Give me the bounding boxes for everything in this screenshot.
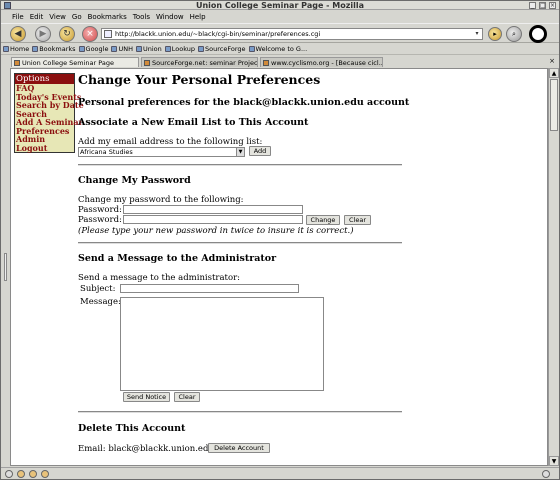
message-label: Send a message to the administrator: (78, 273, 241, 283)
navigation-toolbar: ◀ ▶ ↻ × ▾ ▸ ⌕ (1, 23, 559, 43)
email-section-heading: Associate a New Email List to This Accou… (78, 117, 309, 128)
forward-button[interactable]: ▶ (35, 26, 51, 42)
url-input[interactable] (115, 30, 475, 38)
password-field[interactable] (123, 205, 303, 214)
vertical-scrollbar[interactable]: ▲ ▼ (548, 68, 559, 466)
delete-account-button[interactable]: Delete Account (208, 443, 270, 453)
bookmark-google[interactable]: Google (78, 45, 108, 53)
bookmark-icon (164, 46, 171, 52)
url-history-icon[interactable]: ▾ (473, 30, 481, 38)
tab-sourceforge[interactable]: SourceForge.net: seminar Projec... (141, 57, 258, 67)
menu-tools[interactable]: Tools (132, 13, 151, 21)
menu-bookmarks[interactable]: Bookmarks (87, 13, 128, 21)
title-bar: Union College Seminar Page - Mozilla _ □… (1, 1, 559, 10)
page-title: Change Your Personal Preferences (78, 72, 321, 87)
bookmark-icon (32, 46, 39, 52)
account-subtitle: Personal preferences for the black@black… (78, 97, 410, 108)
message-textarea[interactable] (120, 297, 324, 391)
sidebar-grip-handle[interactable] (4, 253, 7, 281)
reload-button[interactable]: ↻ (59, 26, 75, 42)
go-button[interactable]: ▸ (488, 27, 502, 41)
account-email-text: Email: black@blackk.union.edu (78, 444, 214, 454)
tab-cyclismo[interactable]: www.cyclismo.org - [Because cicl... (260, 57, 383, 67)
menu-help[interactable]: Help (189, 13, 207, 21)
change-password-button[interactable]: Change (306, 215, 340, 225)
close-tab-icon[interactable]: × (548, 57, 556, 65)
sidebar-collapse-strip (1, 68, 10, 466)
menu-go[interactable]: Go (71, 13, 83, 21)
page-icon (104, 30, 112, 38)
password-note: (Please type your new password in twice … (78, 226, 354, 236)
tab-union-seminar[interactable]: Union College Seminar Page (11, 57, 139, 67)
back-button[interactable]: ◀ (10, 26, 26, 42)
bookmark-icon (248, 46, 255, 52)
navigator-icon[interactable] (5, 470, 13, 478)
section-divider (78, 164, 402, 166)
scroll-up-icon[interactable]: ▲ (549, 68, 559, 78)
password-field-label: Password: (78, 205, 122, 215)
password-confirm-label: Password: (78, 215, 122, 225)
tab-bar: Union College Seminar Page SourceForge.n… (1, 56, 559, 67)
favicon-icon (14, 59, 20, 66)
menu-window[interactable]: Window (155, 13, 185, 21)
password-confirm-field[interactable] (123, 215, 303, 224)
scroll-down-icon[interactable]: ▼ (549, 456, 559, 466)
stop-button[interactable]: × (82, 26, 98, 42)
bookmark-sourceforge[interactable]: SourceForge (198, 45, 246, 53)
chevron-down-icon: ▼ (236, 148, 244, 156)
composer-icon[interactable] (29, 470, 37, 478)
bookmark-icon (135, 46, 142, 52)
status-bar (1, 467, 559, 479)
message-section-heading: Send a Message to the Administrator (78, 253, 277, 264)
section-divider (78, 411, 402, 413)
page-content: Options FAQ Today's Events Search by Dat… (10, 68, 548, 466)
favicon-icon (144, 59, 150, 66)
add-list-button[interactable]: Add (249, 146, 271, 156)
password-section-heading: Change My Password (78, 175, 191, 186)
bookmark-bookmarks[interactable]: Bookmarks (32, 45, 76, 53)
url-bar[interactable]: ▾ (101, 28, 483, 40)
menu-file[interactable]: File (11, 13, 25, 21)
bookmarks-toolbar: Home Bookmarks Google UNH Union Lookup S… (1, 44, 559, 55)
bookmark-welcome[interactable]: Welcome to G... (248, 45, 307, 53)
subject-field[interactable] (120, 284, 299, 293)
sidebar-item-logout[interactable]: Logout (15, 143, 74, 153)
bookmark-unh[interactable]: UNH (111, 45, 133, 53)
menu-bar: File Edit View Go Bookmarks Tools Window… (1, 11, 559, 23)
scrollbar-thumb[interactable] (550, 79, 558, 131)
bookmark-union[interactable]: Union (135, 45, 162, 53)
section-divider (78, 242, 402, 244)
send-notice-button[interactable]: Send Notice (123, 392, 170, 402)
clear-message-button[interactable]: Clear (174, 392, 200, 402)
bookmark-icon (78, 46, 85, 52)
close-button[interactable]: × (549, 2, 556, 9)
menu-edit[interactable]: Edit (29, 13, 45, 21)
browser-window: Union College Seminar Page - Mozilla _ □… (0, 0, 560, 480)
bookmark-icon (111, 46, 118, 52)
email-list-label: Add my email address to the following li… (78, 137, 263, 147)
search-icon[interactable]: ⌕ (506, 26, 522, 42)
mail-icon[interactable] (17, 470, 25, 478)
password-label: Change my password to the following: (78, 195, 244, 205)
email-list-select[interactable]: Africana Studies ▼ (78, 147, 245, 157)
window-title: Union College Seminar Page - Mozilla (195, 1, 365, 10)
clear-password-button[interactable]: Clear (344, 215, 371, 225)
mozilla-throbber-icon[interactable] (529, 25, 547, 43)
security-icon (542, 470, 550, 478)
favicon-icon (263, 59, 269, 66)
maximize-button[interactable]: □ (539, 2, 546, 9)
email-list-selected: Africana Studies (80, 148, 133, 156)
minimize-button[interactable]: _ (529, 2, 536, 9)
options-sidebar: Options FAQ Today's Events Search by Dat… (14, 73, 84, 153)
address-book-icon[interactable] (41, 470, 49, 478)
home-icon (3, 46, 9, 52)
menu-view[interactable]: View (48, 13, 67, 21)
message-field-label: Message: (80, 297, 121, 307)
subject-label: Subject: (80, 284, 116, 294)
bookmark-icon (198, 46, 205, 52)
bookmark-home[interactable]: Home (3, 45, 29, 53)
bookmark-lookup[interactable]: Lookup (164, 45, 195, 53)
delete-section-heading: Delete This Account (78, 423, 186, 434)
